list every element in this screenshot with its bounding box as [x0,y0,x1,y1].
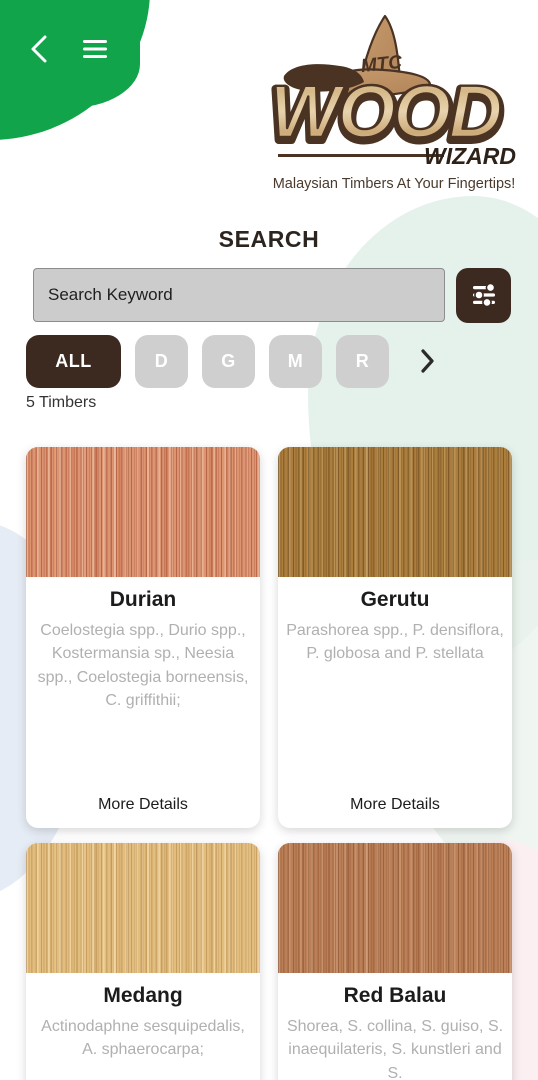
timber-card[interactable]: Red Balau Shorea, S. collina, S. guiso, … [278,843,512,1080]
timber-card[interactable]: Gerutu Parashorea spp., P. densiflora, P… [278,447,512,828]
timber-scientific-name: Parashorea spp., P. densiflora, P. globo… [286,622,504,663]
result-count: 5 Timbers [26,394,97,411]
timber-name: Red Balau [343,984,447,1007]
svg-text:Malaysian Timbers At Your Fing: Malaysian Timbers At Your Fingertips! [273,176,516,192]
timber-card-grid: Durian Coelostegia spp., Durio spp., Kos… [26,447,512,1080]
wood-texture [278,843,512,973]
more-details-link[interactable]: More Details [286,790,504,814]
letter-chip-m[interactable]: M [269,334,322,388]
timber-name: Gerutu [360,588,430,611]
hamburger-menu-button[interactable] [78,32,112,66]
wood-texture [278,447,512,577]
wood-wizard-logo: MTC WOOD WOOD WIZARD Malaysian Timbers A… [264,8,524,198]
letter-filter-row: ALL D G M R [26,334,538,388]
timber-card-body: Gerutu Parashorea spp., P. densiflora, P… [278,577,512,828]
filter-button[interactable] [456,267,511,323]
search-input[interactable] [33,268,445,322]
app-root: MTC WOOD WOOD WIZARD Malaysian Timbers A… [0,0,538,1080]
back-button[interactable] [22,32,56,66]
letter-filter-next-button[interactable] [411,335,445,388]
letter-chip-all[interactable]: ALL [26,334,121,388]
timber-image [278,447,512,577]
timber-card-body: Red Balau Shorea, S. collina, S. guiso, … [278,973,512,1080]
letter-chip-g[interactable]: G [202,334,255,388]
timber-image [278,843,512,973]
timber-scientific-name: Actinodaphne sesquipedalis, A. sphaeroca… [41,1018,245,1059]
sliders-filter-icon [472,282,495,308]
timber-image [26,447,260,577]
chevron-right-icon [421,349,434,373]
timber-card-body: Durian Coelostegia spp., Durio spp., Kos… [26,577,260,828]
svg-text:WIZARD: WIZARD [424,143,516,169]
search-row [33,267,511,323]
more-details-link[interactable]: More Details [34,790,252,814]
wood-texture [26,843,260,973]
timber-name: Durian [109,588,177,611]
timber-image [26,843,260,973]
letter-chip-r[interactable]: R [336,334,389,388]
svg-text:WOOD: WOOD [270,70,501,153]
timber-card-body: Medang Actinodaphne sesquipedalis, A. sp… [26,973,260,1080]
page-title: SEARCH [218,226,320,252]
timber-card[interactable]: Medang Actinodaphne sesquipedalis, A. sp… [26,843,260,1080]
timber-name: Medang [103,984,183,1007]
header-icon-group [22,32,112,66]
timber-scientific-name: Coelostegia spp., Durio spp., Kostermans… [37,622,249,709]
wood-texture [26,447,260,577]
timber-scientific-name: Shorea, S. collina, S. guiso, S. inaequi… [286,1018,504,1080]
letter-chip-d[interactable]: D [135,334,188,388]
timber-card[interactable]: Durian Coelostegia spp., Durio spp., Kos… [26,447,260,828]
